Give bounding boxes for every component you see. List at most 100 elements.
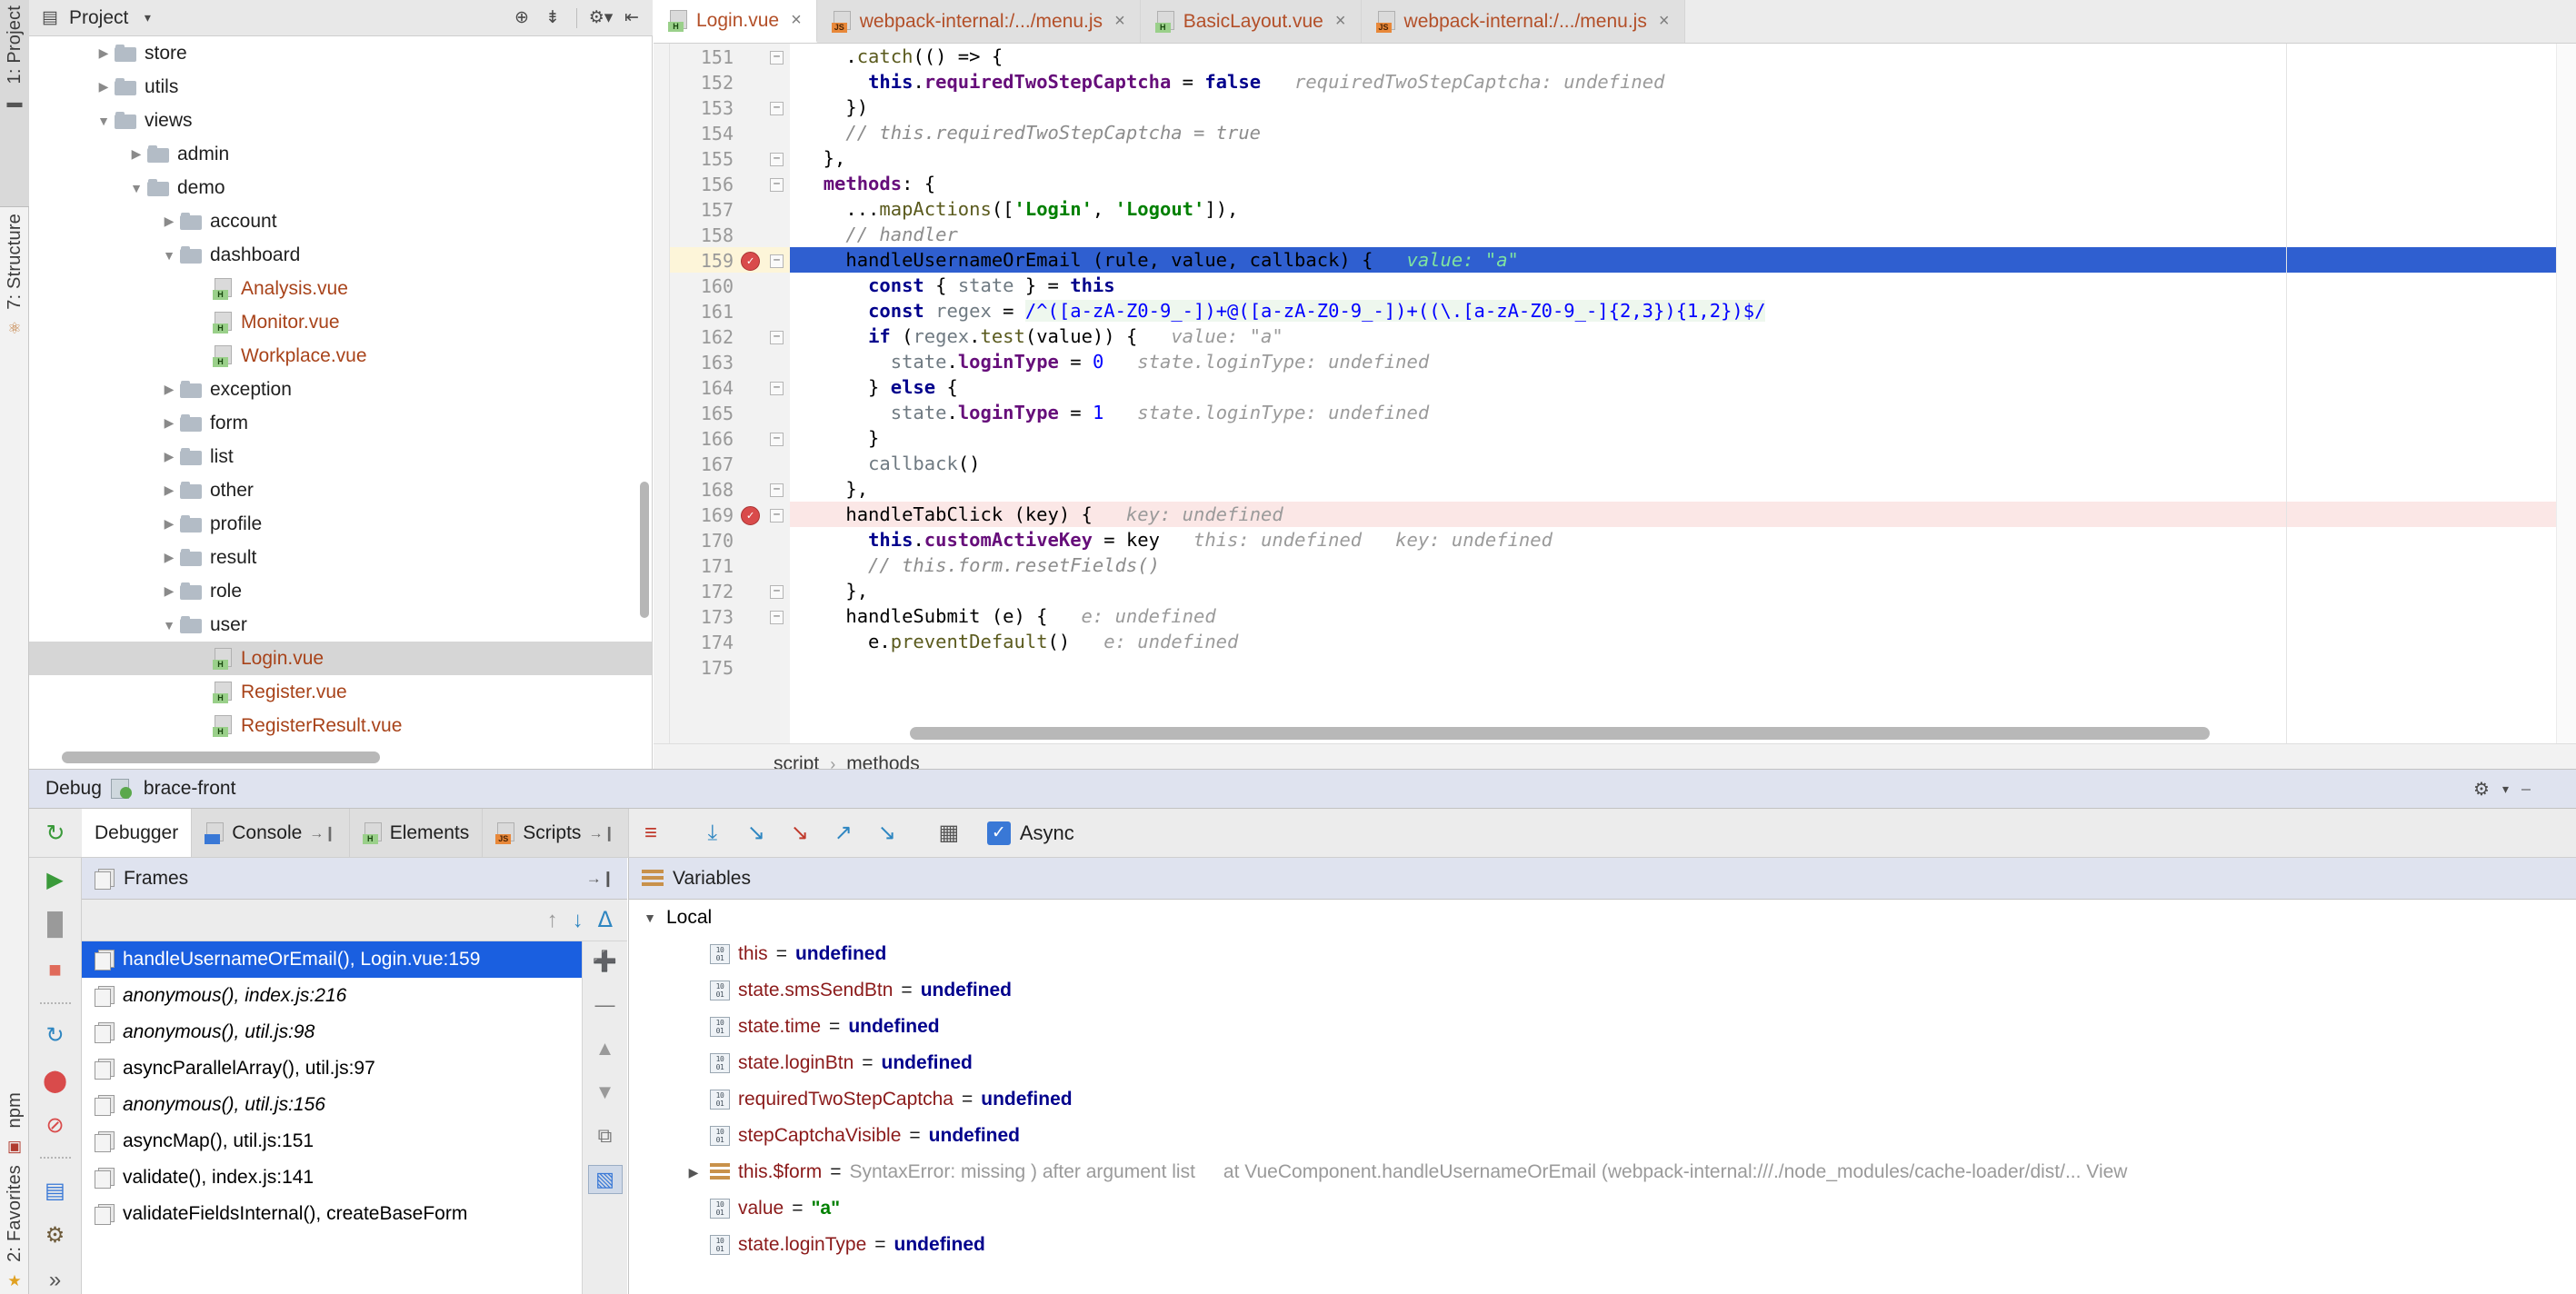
frame-row[interactable]: asyncParallelArray(), util.js:97 — [82, 1050, 627, 1087]
gutter-row[interactable]: 151 − — [670, 44, 790, 69]
move-up-icon[interactable]: ▲ — [588, 1034, 623, 1063]
variable-value-tail[interactable]: at VueComponent.handleUsernameOrEmail (w… — [1223, 1161, 2128, 1183]
gutter-row[interactable]: 164 − — [670, 374, 790, 400]
gutter-row[interactable]: 160 — [670, 273, 790, 298]
gutter-row[interactable]: 166 − — [670, 425, 790, 451]
step-into-icon[interactable]: ↘ — [734, 820, 778, 846]
evaluate-expression-icon[interactable]: ▦ — [927, 820, 971, 846]
project-tree-vertical-scrollbar[interactable] — [640, 482, 649, 618]
tree-row[interactable]: list — [29, 440, 652, 473]
move-down-icon[interactable]: ▼ — [588, 1078, 623, 1107]
frame-row[interactable]: anonymous(), util.js:156 — [82, 1087, 627, 1123]
gutter-row[interactable]: 162 − — [670, 324, 790, 349]
code-line[interactable]: }, — [790, 145, 2576, 171]
code-line[interactable]: e.preventDefault() e: undefined — [790, 629, 2576, 654]
frame-row[interactable]: validateFieldsInternal(), createBaseForm — [82, 1196, 627, 1232]
frames-filter-icon[interactable]: ᐃ — [598, 907, 613, 933]
watches-in-variables-icon[interactable]: ▧ — [587, 1165, 623, 1194]
editor-gutter[interactable]: 151−152 153−154 155−156−157 158 159 ✓ −160 161 1… — [670, 44, 790, 743]
code-line[interactable]: ...mapActions(['Login', 'Logout']), — [790, 196, 2576, 222]
frame-row[interactable]: validate(), index.js:141 — [82, 1160, 627, 1196]
tree-row[interactable]: dashboard — [29, 238, 652, 272]
async-checkbox[interactable]: ✓ — [986, 821, 1011, 845]
gutter-row[interactable]: 155 − — [670, 145, 790, 171]
tree-row[interactable]: user — [29, 608, 652, 642]
editor-tab[interactable]: H BasicLayout.vue × — [1140, 0, 1362, 43]
breakpoint-icon[interactable]: ✓ — [741, 506, 760, 525]
code-fold-icon[interactable]: − — [770, 51, 784, 65]
stop-icon[interactable]: ■ — [37, 957, 74, 984]
code-fold-icon[interactable]: − — [770, 483, 784, 497]
chevron-right-icon[interactable] — [125, 146, 147, 162]
variables-scope-row[interactable]: Local — [629, 900, 2576, 936]
variables-tree[interactable]: Local 1001 this = undefined 1001 state.smsSen… — [628, 900, 2576, 1294]
chevron-right-icon[interactable] — [158, 516, 180, 532]
async-checkbox-label[interactable]: Async — [1020, 821, 1074, 845]
code-line[interactable]: }) — [790, 95, 2576, 120]
tree-row[interactable]: exception — [29, 373, 652, 406]
code-fold-icon[interactable]: − — [770, 382, 784, 395]
code-line[interactable]: handleUsernameOrEmail (rule, value, call… — [790, 247, 2576, 273]
frames-down-icon[interactable]: ↓ — [573, 908, 584, 933]
copy-value-icon[interactable]: ⧉ — [588, 1121, 623, 1150]
editor-horizontal-scrollbar[interactable] — [910, 727, 2210, 740]
tree-row[interactable]: H Register.vue — [29, 675, 652, 709]
tree-row[interactable]: other — [29, 473, 652, 507]
variable-row[interactable]: 10 01 value = "a" — [629, 1190, 2576, 1227]
chevron-down-icon[interactable] — [642, 911, 658, 925]
settings-gear-icon[interactable]: ⚙ — [2473, 778, 2490, 801]
debug-toolbar[interactable]: ↻ Debugger Console →❙ H Elements JS Scripts →❙ … — [29, 809, 2576, 858]
variable-row[interactable]: 10 01 state.loginBtn = undefined — [629, 1045, 2576, 1081]
rail-item-project[interactable]: 1: Project — [5, 0, 25, 89]
rerun-icon[interactable]: ↻ — [29, 809, 82, 857]
close-icon[interactable]: × — [791, 10, 802, 31]
chevron-right-icon[interactable] — [93, 79, 115, 95]
gutter-row[interactable]: 161 — [670, 298, 790, 324]
debug-config-name[interactable]: brace-front — [144, 778, 236, 800]
collapse-all-icon[interactable]: ⇟ — [541, 6, 564, 30]
debug-tab-scripts[interactable]: JS Scripts →❙ — [483, 809, 629, 857]
debug-action-sidebar[interactable]: ▶ ▐▌ ■ ↻ ⬤ ⊘ ▤ ⚙ » — [29, 858, 82, 1294]
tree-row[interactable]: admin — [29, 137, 652, 171]
gutter-row[interactable]: 170 — [670, 527, 790, 552]
code-fold-icon[interactable]: − — [770, 178, 784, 192]
more-icon[interactable]: » — [37, 1268, 74, 1294]
code-line[interactable]: }, — [790, 578, 2576, 603]
code-line[interactable] — [790, 654, 2576, 680]
settings-gear-icon[interactable]: ⚙ — [37, 1222, 74, 1249]
editor-tab[interactable]: H Login.vue × — [654, 0, 817, 43]
code-fold-icon[interactable]: − — [770, 153, 784, 166]
chevron-right-icon[interactable] — [158, 415, 180, 431]
chevron-right-icon[interactable] — [158, 550, 180, 565]
force-step-into-icon[interactable]: ↘ — [778, 820, 822, 846]
chevron-right-icon[interactable] — [158, 382, 180, 397]
gutter-row[interactable]: 169 ✓ − — [670, 502, 790, 527]
code-line[interactable]: this.customActiveKey = key this: undefin… — [790, 527, 2576, 552]
code-line[interactable]: }, — [790, 476, 2576, 502]
tree-row[interactable]: H Login.vue — [29, 642, 652, 675]
tree-row[interactable]: H Workplace.vue — [29, 339, 652, 373]
debug-tab-console[interactable]: Console →❙ — [192, 809, 350, 857]
chevron-right-icon[interactable] — [158, 483, 180, 498]
layout-settings-icon[interactable]: ▤ — [37, 1177, 74, 1204]
chevron-down-icon[interactable] — [125, 181, 147, 195]
code-line[interactable]: handleTabClick (key) { key: undefined — [790, 502, 2576, 527]
code-fold-icon[interactable]: − — [770, 433, 784, 446]
chevron-down-icon[interactable]: ▾ — [2502, 781, 2509, 797]
code-line[interactable]: } — [790, 425, 2576, 451]
gutter-row[interactable]: 174 — [670, 629, 790, 654]
tree-row[interactable]: profile — [29, 507, 652, 541]
variable-row[interactable]: 10 01 stepCaptchaVisible = undefined — [629, 1118, 2576, 1154]
rail-item-npm[interactable]: npm — [5, 1087, 25, 1134]
code-fold-icon[interactable]: − — [770, 585, 784, 599]
tree-row[interactable]: result — [29, 541, 652, 574]
close-icon[interactable]: × — [1335, 11, 1346, 32]
restart-icon[interactable]: ↻ — [37, 1022, 74, 1050]
tree-row[interactable]: utils — [29, 70, 652, 104]
editor-tab[interactable]: JS webpack-internal:/.../menu.js × — [1361, 0, 1685, 43]
gutter-row[interactable]: 163 — [670, 349, 790, 374]
code-line[interactable]: state.loginType = 0 state.loginType: und… — [790, 349, 2576, 374]
gutter-row[interactable]: 158 — [670, 222, 790, 247]
gutter-row[interactable]: 153 − — [670, 95, 790, 120]
code-fold-icon[interactable]: − — [770, 509, 784, 523]
